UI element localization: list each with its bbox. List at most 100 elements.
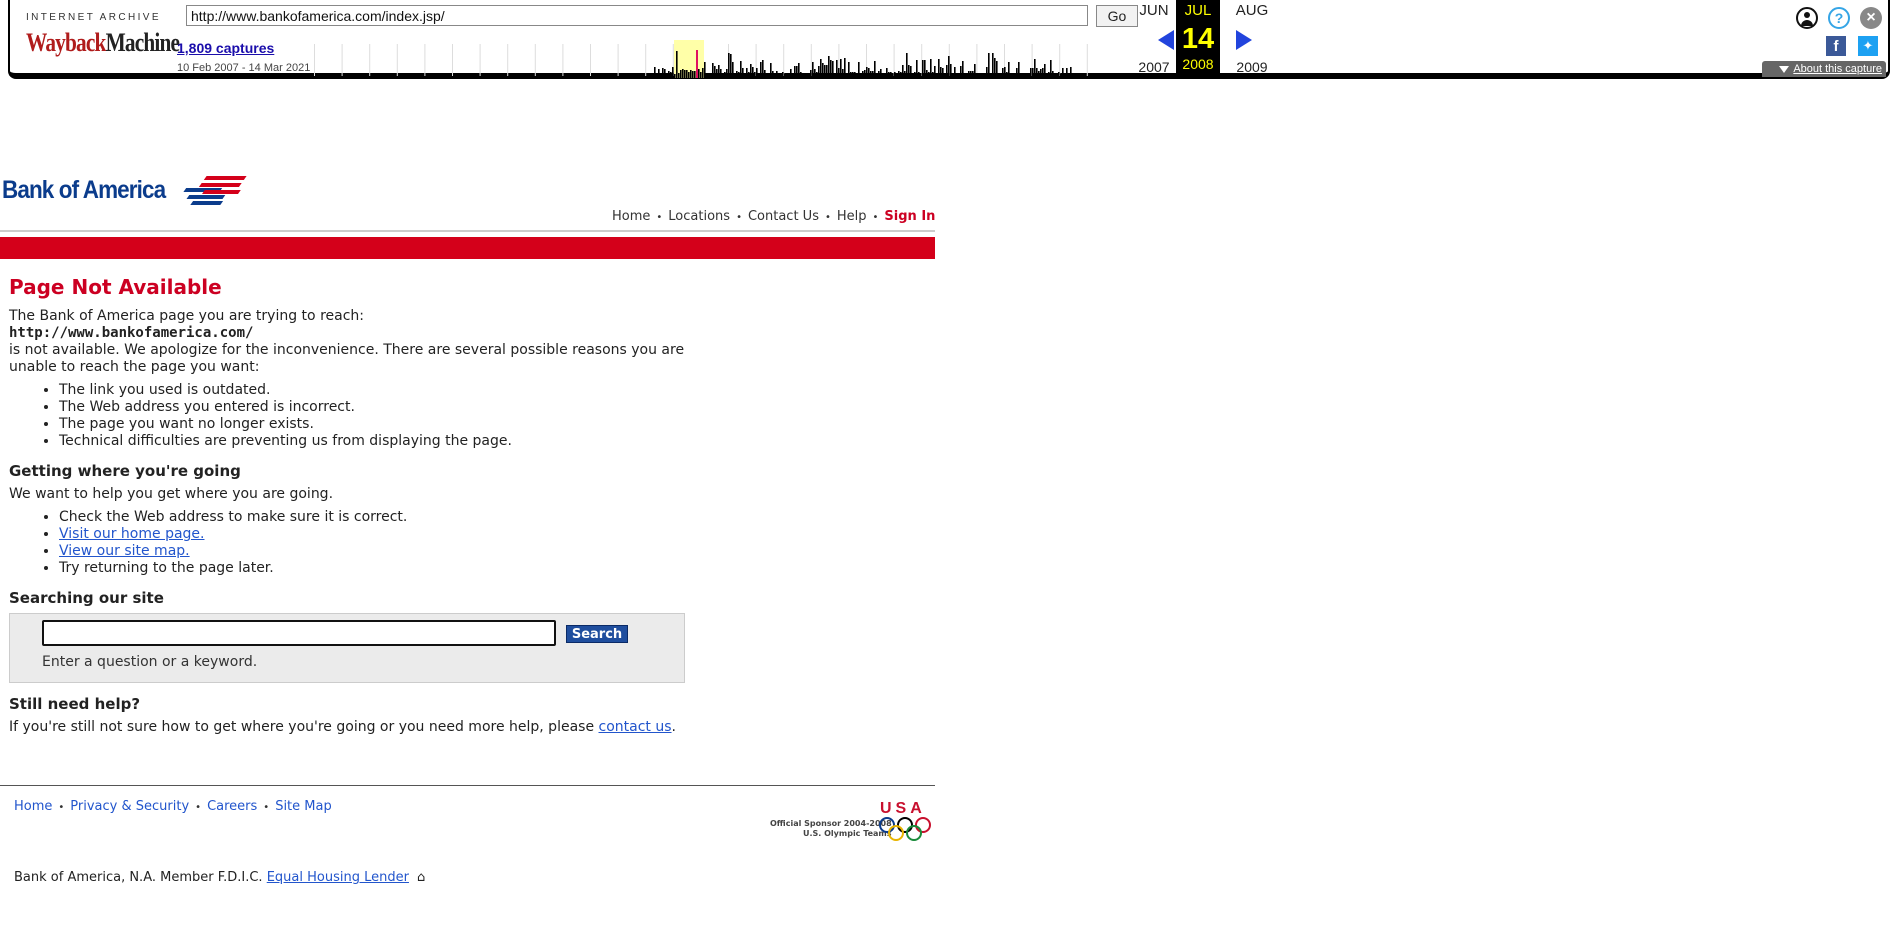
sparkline-bar (894, 72, 896, 78)
prev-capture-arrow-icon[interactable] (1158, 30, 1174, 50)
sparkline-bar (830, 60, 832, 78)
sparkline-bar (878, 71, 880, 78)
heading-still-need-help: Still need help? (9, 695, 141, 713)
sparkline-bar (704, 62, 706, 78)
nav-separator: • (872, 212, 879, 223)
sparkline-bar (694, 71, 696, 78)
next-capture-arrow-icon[interactable] (1236, 30, 1252, 50)
footer-careers-link[interactable]: Careers (207, 799, 257, 814)
sparkline-bar (896, 74, 898, 78)
sparkline-bar (982, 73, 984, 78)
sparkline-bar (1066, 68, 1068, 78)
sparkline-bar (870, 71, 872, 78)
wayback-logo-main-b: Machine (105, 28, 180, 57)
sparkline-bar (1044, 64, 1046, 78)
sparkline-bar (804, 74, 806, 78)
nav-home[interactable]: Home (612, 209, 650, 224)
sparkline-gridline (534, 44, 536, 76)
sparkline-bar (1040, 69, 1042, 78)
user-account-icon[interactable] (1796, 7, 1818, 29)
heading-getting-where: Getting where you're going (9, 462, 241, 480)
sparkline-bar (1052, 71, 1054, 78)
capture-sparkline[interactable] (314, 40, 1114, 78)
sparkline-bar (772, 71, 774, 78)
sparkline-bar (1064, 74, 1066, 78)
footer-separator: • (195, 802, 202, 813)
next-year-link[interactable]: 2009 (1232, 59, 1272, 75)
sparkline-bar (662, 68, 664, 78)
sparkline-bar (770, 63, 772, 78)
sparkline-bar (940, 67, 942, 78)
sparkline-bar (954, 67, 956, 78)
sparkline-bar (836, 60, 838, 78)
home-page-link[interactable]: Visit our home page. (59, 526, 204, 542)
sparkline-bar (784, 74, 786, 78)
sparkline-bar (866, 67, 868, 78)
sparkline-bar (802, 73, 804, 78)
search-button[interactable]: Search (566, 625, 628, 643)
about-capture-label: About this capture (1793, 63, 1882, 75)
sparkline-bar (732, 62, 734, 78)
sparkline-bar (970, 71, 972, 78)
contact-us-link[interactable]: contact us (599, 719, 672, 735)
sparkline-bar (740, 61, 742, 78)
sparkline-bar (1028, 73, 1030, 78)
sparkline-bar (736, 71, 738, 78)
sparkline-gridline (617, 44, 619, 76)
bank-logo[interactable]: Bank of America (2, 174, 252, 208)
nav-sign-in[interactable]: Sign In (884, 209, 935, 224)
nav-help[interactable]: Help (837, 209, 867, 224)
captures-link[interactable]: 1,809 captures (177, 40, 274, 56)
help-text-line: If you're still not sure how to get wher… (9, 719, 729, 736)
search-input[interactable] (42, 620, 556, 646)
list-item: Try returning to the page later. (59, 560, 729, 577)
nav-contact-us[interactable]: Contact Us (748, 209, 819, 224)
wayback-url-input[interactable]: http://www.bankofamerica.com/index.jsp/ (186, 5, 1088, 26)
footer-sitemap-link[interactable]: Site Map (275, 799, 332, 814)
footer-home-link[interactable]: Home (14, 799, 52, 814)
sparkline-bar (980, 74, 982, 78)
sparkline-bar (670, 72, 672, 78)
sparkline-bar (884, 73, 886, 78)
sparkline-bar (906, 53, 908, 78)
wayback-logo[interactable]: INTERNET ARCHIVE WaybackMachine (26, 8, 180, 58)
twitter-icon[interactable]: ✦ (1858, 36, 1878, 56)
sparkline-bar (868, 68, 870, 78)
about-capture-button[interactable]: About this capture (1762, 61, 1886, 77)
sparkline-bar (796, 66, 798, 78)
next-month-link[interactable]: AUG (1232, 2, 1272, 19)
sparkline-bar (912, 74, 914, 78)
legal-text: Bank of America, N.A. Member F.D.I.C. (14, 870, 263, 885)
sparkline-bar (674, 74, 676, 78)
sparkline-bar (1002, 68, 1004, 78)
list-item: The Web address you entered is incorrect… (59, 399, 729, 416)
reasons-list: The link you used is outdated. The Web a… (9, 382, 729, 450)
intro-text: The Bank of America page you are trying … (9, 308, 364, 324)
close-icon[interactable]: × (1860, 7, 1882, 29)
current-day: 14 (1181, 23, 1215, 55)
sparkline-bar (886, 68, 888, 78)
prev-year-link[interactable]: 2007 (1134, 59, 1174, 75)
facebook-icon[interactable]: f (1826, 36, 1846, 56)
site-map-link[interactable]: View our site map. (59, 543, 190, 559)
nav-separator: • (824, 212, 831, 223)
triangle-down-icon (1779, 65, 1790, 73)
sparkline-bar (820, 59, 822, 78)
help-icon[interactable]: ? (1828, 7, 1850, 29)
equal-housing-icon: ⌂ (416, 870, 426, 885)
sparkline-bar (834, 74, 836, 78)
sparkline-bar (1060, 74, 1062, 78)
current-capture-date: JUL 14 2008 (1176, 0, 1220, 79)
sparkline-bar (986, 67, 988, 78)
sparkline-bar (1024, 73, 1026, 78)
wayback-go-button[interactable]: Go (1096, 5, 1138, 27)
sparkline-bar (848, 62, 850, 78)
equal-housing-link[interactable]: Equal Housing Lender (267, 870, 409, 885)
nav-locations[interactable]: Locations (668, 209, 730, 224)
sparkline-bar (654, 67, 656, 78)
prev-month-link[interactable]: JUN (1134, 2, 1174, 19)
sparkline-bar (1062, 68, 1064, 78)
footer-privacy-link[interactable]: Privacy & Security (70, 799, 189, 814)
sparkline-bar (1056, 73, 1058, 78)
sparkline-bar (810, 70, 812, 78)
